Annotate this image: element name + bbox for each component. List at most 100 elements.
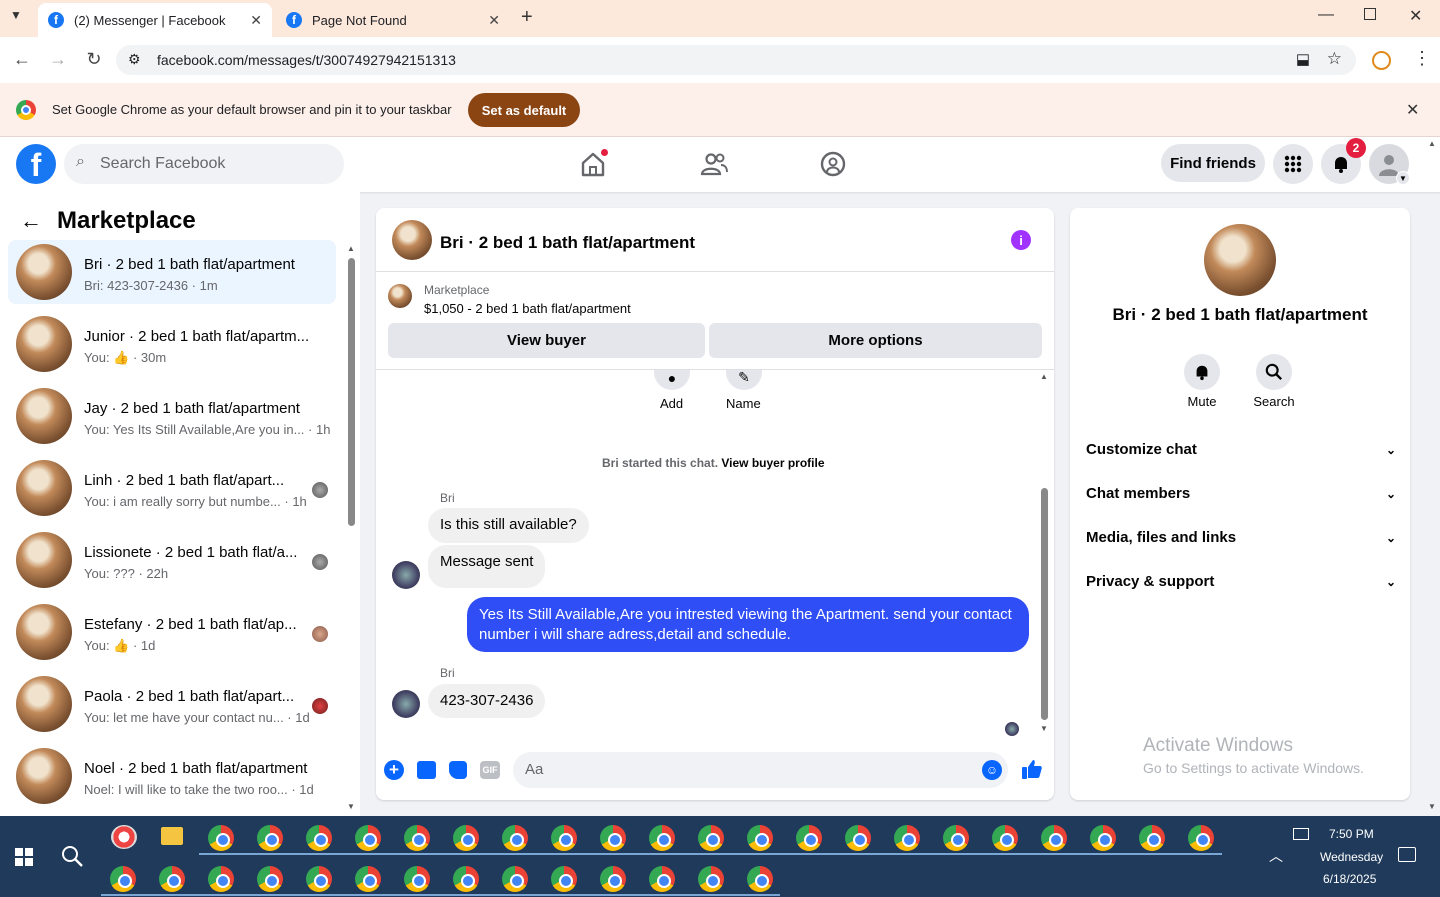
chrome-taskbar-icon[interactable] xyxy=(1188,825,1214,851)
more-options-button[interactable]: More options xyxy=(709,323,1042,358)
chrome-taskbar-icon[interactable] xyxy=(845,825,871,851)
chrome-taskbar-icon[interactable] xyxy=(1041,825,1067,851)
clock-time[interactable]: 7:50 PM xyxy=(1329,827,1374,841)
chrome-taskbar-icon[interactable] xyxy=(159,866,185,892)
close-tab-icon[interactable]: ✕ xyxy=(250,12,262,29)
tab-list-chevron-icon[interactable]: ▼ xyxy=(10,8,22,22)
taskbar-app-icon[interactable] xyxy=(111,825,137,849)
conversation-item[interactable]: Lissionete · 2 bed 1 bath flat/a... You:… xyxy=(8,528,336,592)
action-center-icon[interactable] xyxy=(1398,847,1416,862)
profile-icon[interactable] xyxy=(1372,51,1391,70)
search-facebook-input[interactable]: ⌕ Search Facebook xyxy=(64,144,344,184)
conversation-item[interactable]: Paola · 2 bed 1 bath flat/apart... You: … xyxy=(8,672,336,736)
attach-photo-icon[interactable] xyxy=(417,761,436,779)
listing-title[interactable]: $1,050 - 2 bed 1 bath flat/apartment xyxy=(424,301,631,316)
scrollbar-thumb[interactable] xyxy=(348,258,355,526)
add-person-icon[interactable]: ● xyxy=(654,370,690,390)
chat-scrollbar[interactable]: ▲ ▼ xyxy=(1039,372,1049,736)
emoji-icon[interactable]: ☺ xyxy=(982,760,1002,780)
network-icon[interactable] xyxy=(1293,828,1309,840)
set-as-default-button[interactable]: Set as default xyxy=(468,93,580,127)
chat-info-icon[interactable]: i xyxy=(1011,230,1031,250)
chrome-taskbar-icon[interactable] xyxy=(257,866,283,892)
chrome-taskbar-icon[interactable] xyxy=(502,825,528,851)
message-input[interactable]: Aa ☺ xyxy=(513,752,1008,788)
listing-thumbnail[interactable] xyxy=(388,284,412,308)
conversation-item[interactable]: Noel · 2 bed 1 bath flat/apartment Noel:… xyxy=(8,744,336,808)
chrome-taskbar-icon[interactable] xyxy=(453,866,479,892)
scroll-down-arrow-icon[interactable]: ▼ xyxy=(1040,724,1048,733)
chrome-taskbar-icon[interactable] xyxy=(257,825,283,851)
address-bar[interactable]: ⚙ facebook.com/messages/t/30074927942151… xyxy=(116,45,1356,75)
search-conversation-button[interactable] xyxy=(1256,354,1292,390)
chrome-taskbar-icon[interactable] xyxy=(698,825,724,851)
chrome-taskbar-icon[interactable] xyxy=(306,866,332,892)
chrome-taskbar-icon[interactable] xyxy=(110,866,136,892)
message-bubble[interactable]: Message sent xyxy=(428,545,546,588)
chrome-taskbar-icon[interactable] xyxy=(453,825,479,851)
edit-name-icon[interactable]: ✎ xyxy=(726,370,762,390)
file-explorer-icon[interactable] xyxy=(161,827,183,845)
chrome-taskbar-icon[interactable] xyxy=(600,866,626,892)
message-bubble[interactable]: 423-307-2436 xyxy=(428,684,546,718)
chrome-taskbar-icon[interactable] xyxy=(1139,825,1165,851)
mute-button[interactable] xyxy=(1184,354,1220,390)
menu-grid-icon[interactable] xyxy=(1273,144,1313,184)
chat-members-section[interactable]: Chat members ⌄ xyxy=(1086,485,1396,502)
chrome-taskbar-icon[interactable] xyxy=(404,866,430,892)
close-tab-icon[interactable]: ✕ xyxy=(488,12,500,29)
tab-messenger[interactable]: f (2) Messenger | Facebook ✕ xyxy=(38,3,272,37)
view-buyer-profile-link[interactable]: View buyer profile xyxy=(721,456,824,470)
privacy-support-section[interactable]: Privacy & support ⌄ xyxy=(1086,573,1396,590)
scroll-up-arrow-icon[interactable]: ▲ xyxy=(347,244,355,253)
home-icon[interactable] xyxy=(578,149,608,179)
facebook-logo-icon[interactable]: f xyxy=(16,144,56,184)
notifications-bell-icon[interactable]: 2 xyxy=(1321,138,1366,184)
media-files-links-section[interactable]: Media, files and links ⌄ xyxy=(1086,529,1396,546)
scrollbar-track[interactable]: ▲ ▼ xyxy=(346,244,356,814)
my-message-bubble[interactable]: Yes Its Still Available,Are you intreste… xyxy=(467,597,1029,652)
chrome-taskbar-icon[interactable] xyxy=(992,825,1018,851)
chrome-taskbar-icon[interactable] xyxy=(649,825,675,851)
conversation-item[interactable]: Jay · 2 bed 1 bath flat/apartment You: Y… xyxy=(8,384,336,448)
bookmark-star-icon[interactable]: ☆ xyxy=(1327,49,1342,69)
show-hidden-icons-chevron-icon[interactable]: ︿ xyxy=(1269,846,1283,866)
thumbs-up-icon[interactable] xyxy=(1020,757,1044,786)
conversation-item[interactable]: Estefany · 2 bed 1 bath flat/ap... You: … xyxy=(8,600,336,664)
chrome-taskbar-icon[interactable] xyxy=(208,866,234,892)
chrome-taskbar-icon[interactable] xyxy=(502,866,528,892)
account-avatar[interactable]: ▼ xyxy=(1369,144,1410,185)
conversation-item[interactable]: Linh · 2 bed 1 bath flat/apart... You: i… xyxy=(8,456,336,520)
chrome-menu-icon[interactable]: ⋮ xyxy=(1413,48,1431,69)
clock-date[interactable]: 6/18/2025 xyxy=(1323,872,1376,886)
chrome-taskbar-icon[interactable] xyxy=(208,825,234,851)
chrome-taskbar-icon[interactable] xyxy=(649,866,675,892)
chrome-taskbar-icon[interactable] xyxy=(551,866,577,892)
new-tab-icon[interactable]: + xyxy=(521,6,533,29)
chrome-taskbar-icon[interactable] xyxy=(747,825,773,851)
maximize-icon[interactable] xyxy=(1364,8,1376,20)
view-buyer-button[interactable]: View buyer xyxy=(388,323,705,358)
chat-title[interactable]: Bri · 2 bed 1 bath flat/apartment xyxy=(440,233,695,253)
details-avatar[interactable] xyxy=(1204,224,1276,296)
tab-page-not-found[interactable]: f Page Not Found ✕ xyxy=(276,3,510,37)
sender-avatar[interactable] xyxy=(392,561,420,589)
page-scroll-up-arrow-icon[interactable]: ▲ xyxy=(1428,139,1436,148)
friends-icon[interactable] xyxy=(699,149,729,184)
scroll-up-arrow-icon[interactable]: ▲ xyxy=(1040,372,1048,381)
back-icon[interactable]: ← xyxy=(11,49,33,70)
taskbar-search-icon[interactable] xyxy=(60,844,84,873)
scrollbar-thumb[interactable] xyxy=(1041,488,1048,720)
conversation-item[interactable]: Junior · 2 bed 1 bath flat/apartm... You… xyxy=(8,312,336,376)
site-info-icon[interactable]: ⚙ xyxy=(128,51,141,68)
chrome-taskbar-icon[interactable] xyxy=(747,866,773,892)
page-scroll-down-arrow-icon[interactable]: ▼ xyxy=(1428,802,1436,811)
sticker-icon[interactable] xyxy=(449,761,467,779)
chrome-taskbar-icon[interactable] xyxy=(600,825,626,851)
chrome-taskbar-icon[interactable] xyxy=(698,866,724,892)
clock-day[interactable]: Wednesday xyxy=(1320,850,1383,864)
sender-avatar[interactable] xyxy=(392,690,420,718)
gif-icon[interactable]: GIF xyxy=(480,761,500,779)
find-friends-button[interactable]: Find friends xyxy=(1161,144,1265,182)
chat-header-avatar[interactable] xyxy=(392,220,432,260)
